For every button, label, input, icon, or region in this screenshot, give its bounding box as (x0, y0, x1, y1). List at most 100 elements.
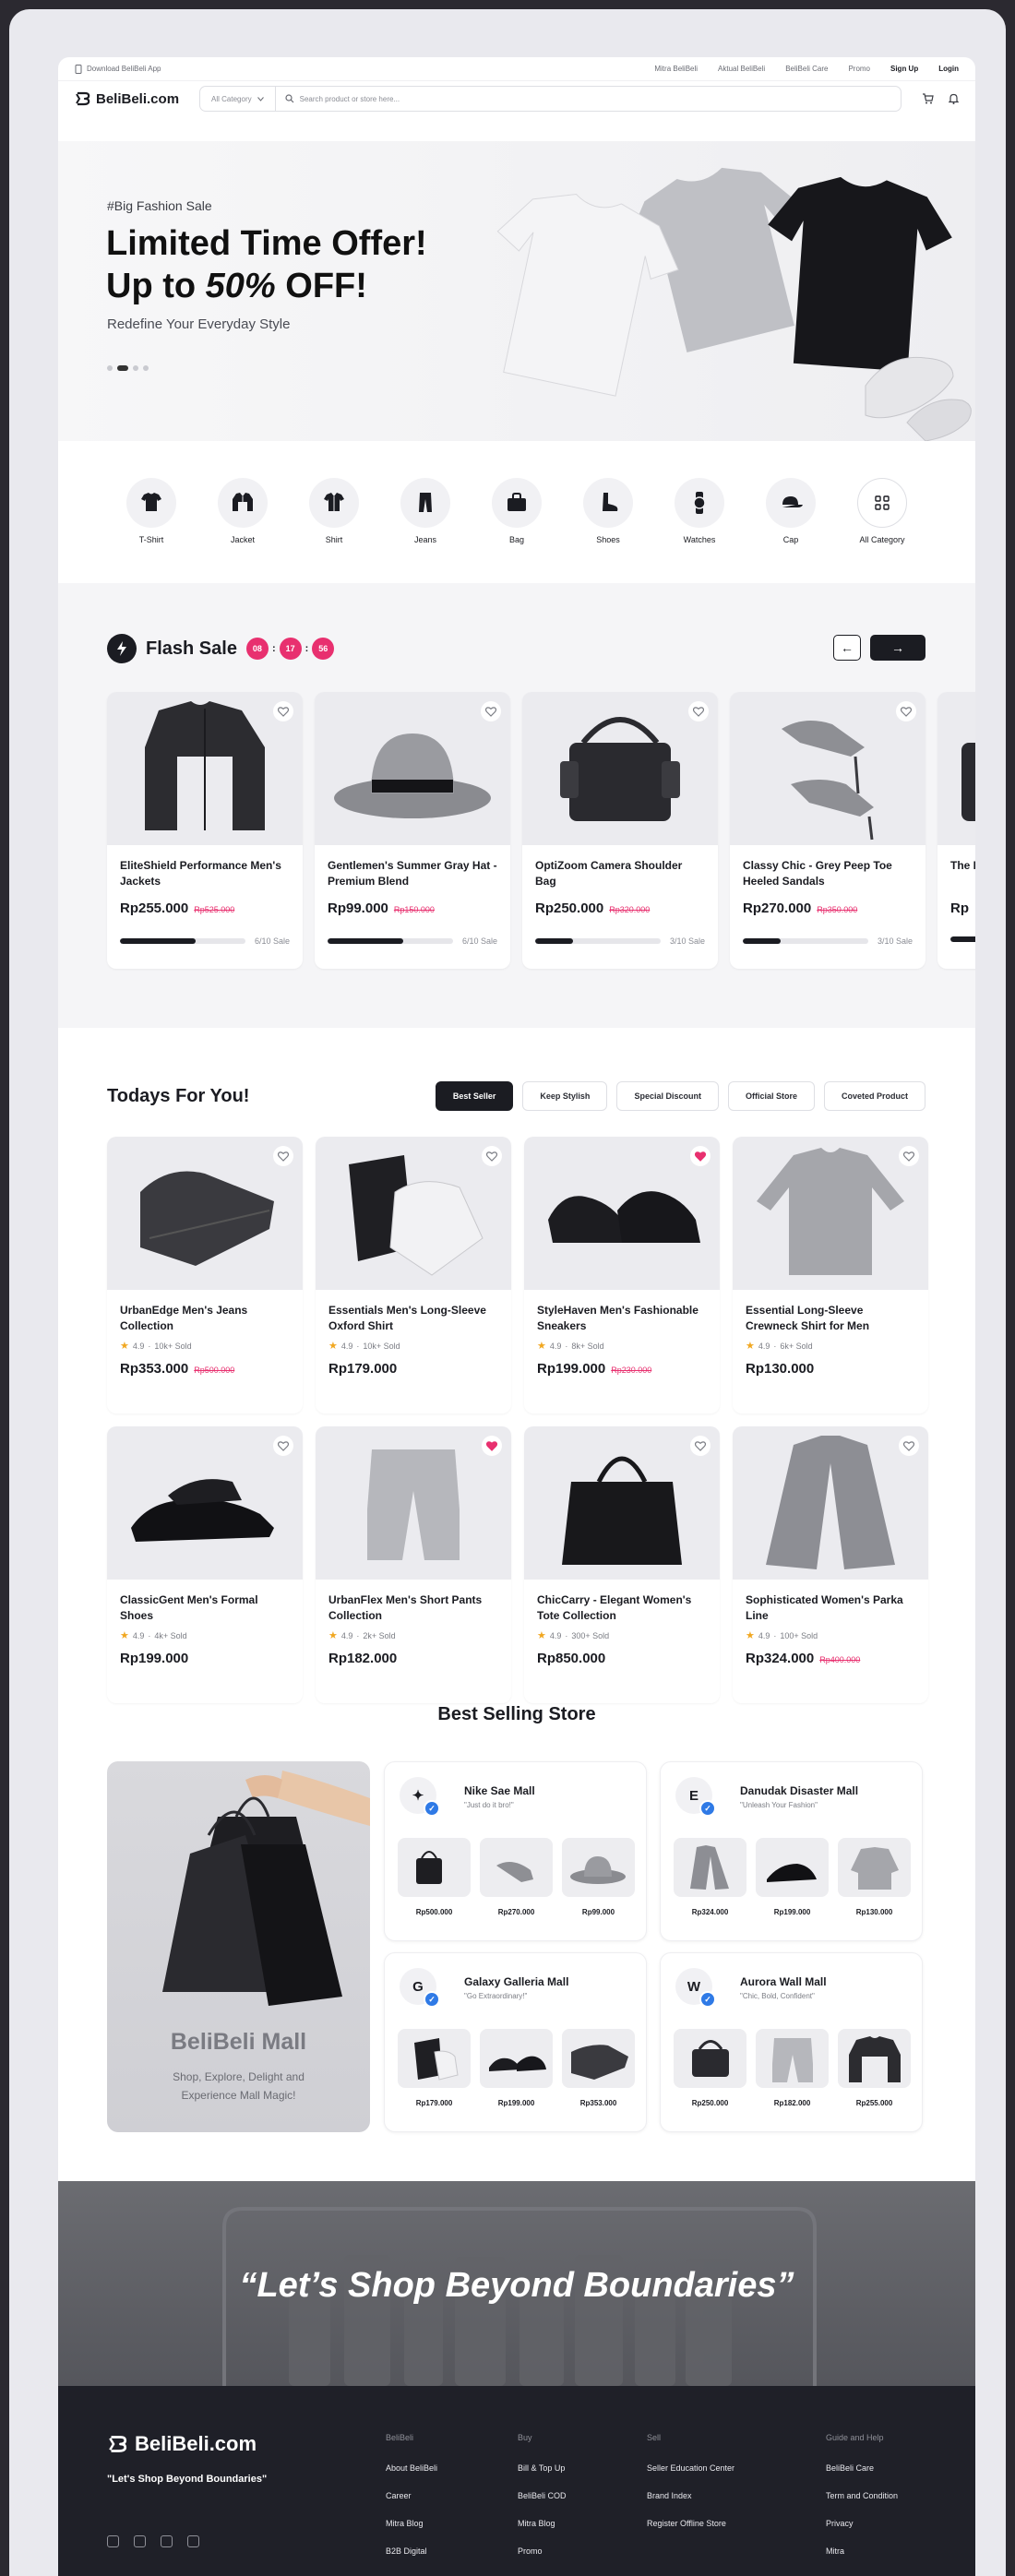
footer-link[interactable]: Mitra Blog (386, 2518, 437, 2530)
heart-icon[interactable] (899, 1146, 919, 1166)
footer-logo[interactable]: BeliBeli.com (107, 2432, 257, 2456)
footer-link[interactable]: Seller Education Center (647, 2463, 734, 2475)
twitter-icon[interactable] (134, 2535, 146, 2547)
topbar-link-care[interactable]: BeliBeli Care (785, 65, 828, 73)
product-card[interactable]: UrbanEdge Men's Jeans Collection ★ 4.9 · 10k… (107, 1137, 303, 1413)
mall-promo-card[interactable]: BeliBeli Mall Shop, Explore, Delight and… (107, 1761, 370, 2132)
filter-tab[interactable]: Special Discount (616, 1081, 719, 1111)
carousel-dots[interactable] (107, 365, 149, 371)
product-card[interactable]: StyleHaven Men's Fashionable Sneakers ★ 4.… (524, 1137, 720, 1413)
topbar-link-mitra[interactable]: Mitra BeliBeli (654, 65, 698, 73)
store-product[interactable]: Rp255.000 (838, 2029, 911, 2107)
star-icon: ★ (537, 1341, 546, 1352)
store-product[interactable]: Rp270.000 (480, 1838, 553, 1916)
hero-banner[interactable]: #Big Fashion Sale Limited Time Offer! Up … (58, 141, 975, 441)
store-product[interactable]: Rp182.000 (756, 2029, 829, 2107)
cap-icon (766, 478, 816, 528)
flash-product-card[interactable]: Classy Chic - Grey Peep Toe Heeled Sanda… (730, 692, 925, 969)
flash-product-card[interactable]: Gentlemen's Summer Gray Hat - Premium Bl… (315, 692, 510, 969)
category-item[interactable]: Jeans (400, 478, 451, 583)
filter-tab[interactable]: Coveted Product (823, 1081, 925, 1111)
filter-tabs: Best Seller Keep Stylish Special Discount O… (435, 1081, 925, 1111)
filter-tab[interactable]: Official Store (727, 1081, 815, 1111)
product-card[interactable]: ChicCarry - Elegant Women's Tote Collect… (524, 1426, 720, 1703)
flash-product-card[interactable]: EliteShield Performance Men's Jackets Rp2… (107, 692, 303, 969)
store-product[interactable]: Rp250.000 (674, 2029, 746, 2107)
heart-icon[interactable] (273, 1436, 293, 1456)
product-old-price: Rp525.000 (194, 905, 235, 914)
product-image (730, 692, 925, 845)
store-product[interactable]: Rp130.000 (838, 1838, 911, 1916)
bell-icon[interactable] (949, 93, 959, 104)
category-item[interactable]: Jacket (217, 478, 269, 583)
filter-tab[interactable]: Keep Stylish (522, 1081, 608, 1111)
footer-link[interactable]: Career (386, 2490, 437, 2502)
category-item[interactable]: T-Shirt (125, 478, 177, 583)
footer-link[interactable]: BeliBeli COD (518, 2490, 567, 2502)
footer-link[interactable]: Brand Index (647, 2490, 734, 2502)
category-select[interactable]: All Category (200, 87, 276, 111)
category-item[interactable]: Shirt (308, 478, 360, 583)
heart-icon[interactable] (688, 701, 709, 722)
arrow-left-button[interactable]: ← (833, 635, 861, 661)
linkedin-icon[interactable] (187, 2535, 199, 2547)
arrow-right-button[interactable]: → (870, 635, 925, 661)
category-item[interactable]: Cap (765, 478, 817, 583)
heart-icon[interactable] (273, 1146, 293, 1166)
heart-icon[interactable] (482, 1146, 502, 1166)
footer-link[interactable]: Mitra (826, 2546, 898, 2558)
footer-link[interactable]: Promo (518, 2546, 567, 2558)
footer-link[interactable]: BeliBeli Care (826, 2463, 898, 2475)
product-card[interactable]: UrbanFlex Men's Short Pants Collection ★ 4… (316, 1426, 511, 1703)
category-item[interactable]: All Category (856, 478, 908, 583)
topbar-link-aktual[interactable]: Aktual BeliBeli (718, 65, 765, 73)
heart-icon[interactable] (896, 701, 916, 722)
footer-link[interactable]: Privacy (826, 2518, 898, 2530)
store-card[interactable]: W ✓ Aurora Wall Mall "Chic, Bold, Confident… (660, 1952, 923, 2132)
product-card[interactable]: Essential Long-Sleeve Crewneck Shirt for… (733, 1137, 928, 1413)
category-item[interactable]: Shoes (582, 478, 634, 583)
footer-link[interactable]: Bill & Top Up (518, 2463, 567, 2475)
facebook-icon[interactable] (107, 2535, 119, 2547)
heart-icon[interactable] (690, 1436, 710, 1456)
signup-link[interactable]: Sign Up (890, 65, 918, 73)
topbar-link-promo[interactable]: Promo (848, 65, 870, 73)
download-app-link[interactable]: Download BeliBeli App (87, 65, 161, 73)
footer-link[interactable]: Term and Condition (826, 2490, 898, 2502)
instagram-icon[interactable] (161, 2535, 173, 2547)
heart-icon[interactable] (899, 1436, 919, 1456)
heart-icon[interactable] (690, 1146, 710, 1166)
product-price: Rp270.000 (743, 900, 812, 916)
store-product[interactable]: Rp353.000 (562, 2029, 635, 2107)
store-product[interactable]: Rp324.000 (674, 1838, 746, 1916)
login-link[interactable]: Login (938, 65, 959, 73)
flash-product-card[interactable]: OptiZoom Camera Shoulder Bag Rp250.000 Rp3… (522, 692, 718, 969)
search-input[interactable]: Search product or store here... (276, 94, 410, 103)
category-item[interactable]: Bag (491, 478, 543, 583)
footer-link[interactable]: About BeliBeli (386, 2463, 437, 2475)
store-card[interactable]: ✦ ✓ Nike Sae Mall "Just do it bro!" Rp500.00… (384, 1761, 647, 1941)
store-product[interactable]: Rp199.000 (756, 1838, 829, 1916)
store-product[interactable]: Rp500.000 (398, 1838, 471, 1916)
footer-link[interactable]: B2B Digital (386, 2546, 437, 2558)
heart-icon[interactable] (481, 701, 501, 722)
category-item[interactable]: Watches (674, 478, 725, 583)
brand-logo[interactable]: BeliBeli.com (75, 91, 179, 107)
heart-icon[interactable] (482, 1436, 502, 1456)
footer-link[interactable]: Register Offline Store (647, 2518, 734, 2530)
cart-icon[interactable] (922, 93, 934, 104)
product-card[interactable]: ClassicGent Men's Formal Shoes ★ 4.9 · 4k+ S… (107, 1426, 303, 1703)
footer-link[interactable]: Mitra Blog (518, 2518, 567, 2530)
store-card[interactable]: E ✓ Danudak Disaster Mall "Unleash Your Fas… (660, 1761, 923, 1941)
product-card[interactable]: Essentials Men's Long-Sleeve Oxford Shir… (316, 1137, 511, 1413)
filter-tab[interactable]: Best Seller (435, 1081, 514, 1111)
store-product[interactable]: Rp199.000 (480, 2029, 553, 2107)
store-avatar: E ✓ (675, 1777, 716, 1817)
product-rating: 4.9 (758, 1630, 770, 1640)
store-product[interactable]: Rp179.000 (398, 2029, 471, 2107)
heart-icon[interactable] (273, 701, 293, 722)
flash-product-card[interactable]: The Pre Rp (937, 692, 975, 969)
store-product[interactable]: Rp99.000 (562, 1838, 635, 1916)
product-card[interactable]: Sophisticated Women's Parka Line ★ 4.9 · 100… (733, 1426, 928, 1703)
store-card[interactable]: G ✓ Galaxy Galleria Mall "Go Extraordinary!… (384, 1952, 647, 2132)
